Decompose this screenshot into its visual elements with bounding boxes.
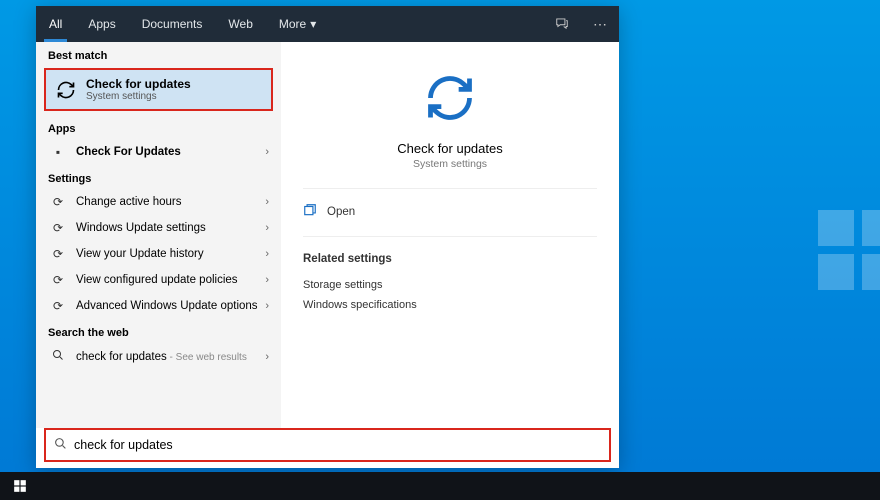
settings-result-label: Windows Update settings [76, 222, 265, 234]
settings-result[interactable]: ⟳ Change active hours › [36, 189, 281, 215]
settings-result-label: Advanced Windows Update options [76, 300, 265, 312]
refresh-icon: ⟳ [48, 221, 68, 235]
nav-more-label: More [279, 17, 306, 31]
section-search-web: Search the web [36, 319, 281, 343]
chevron-right-icon: › [265, 146, 269, 158]
refresh-icon: ⟳ [48, 247, 68, 261]
related-item[interactable]: Windows specifications [303, 295, 597, 315]
web-result-text: check for updates [76, 351, 167, 363]
best-match-result[interactable]: Check for updates System settings [44, 68, 273, 111]
settings-result[interactable]: ⟳ Windows Update settings › [36, 215, 281, 241]
search-input[interactable] [74, 438, 601, 452]
nav-tab-documents[interactable]: Documents [129, 6, 216, 42]
chevron-right-icon: › [265, 300, 269, 312]
nav-bar: All Apps Documents Web More ▾ ⋯ [36, 6, 619, 42]
best-match-title: Check for updates [86, 77, 191, 91]
web-result[interactable]: check for updates - See web results › [36, 343, 281, 370]
start-button[interactable] [0, 472, 40, 500]
chevron-right-icon: › [265, 222, 269, 234]
settings-result-label: Change active hours [76, 196, 265, 208]
best-match-subtitle: System settings [86, 91, 191, 102]
related-item[interactable]: Storage settings [303, 275, 597, 295]
refresh-icon [56, 80, 78, 100]
search-panel: All Apps Documents Web More ▾ ⋯ Best mat… [36, 6, 619, 468]
chevron-down-icon: ▾ [310, 17, 316, 31]
settings-result[interactable]: ⟳ View configured update policies › [36, 267, 281, 293]
app-icon: ▪ [48, 145, 68, 159]
refresh-icon: ⟳ [48, 195, 68, 209]
web-result-label: check for updates - See web results [76, 351, 265, 363]
more-options-icon[interactable]: ⋯ [581, 16, 619, 33]
nav-tab-all[interactable]: All [36, 6, 75, 42]
detail-subtitle: System settings [413, 158, 487, 170]
content-area: Best match Check for updates System sett… [36, 42, 619, 428]
section-apps: Apps [36, 115, 281, 139]
chevron-right-icon: › [265, 196, 269, 208]
settings-result-label: View your Update history [76, 248, 265, 260]
settings-result-label: View configured update policies [76, 274, 265, 286]
search-box[interactable] [44, 428, 611, 462]
open-icon [303, 203, 317, 220]
taskbar [0, 472, 880, 500]
detail-title: Check for updates [397, 141, 503, 156]
refresh-icon [424, 72, 476, 127]
section-best-match: Best match [36, 42, 281, 66]
refresh-icon: ⟳ [48, 273, 68, 287]
detail-column: Check for updates System settings Open R… [281, 42, 619, 428]
related-title: Related settings [303, 253, 597, 265]
nav-tab-apps[interactable]: Apps [75, 6, 128, 42]
detail-hero: Check for updates System settings [303, 62, 597, 189]
nav-tab-web[interactable]: Web [215, 6, 265, 42]
chevron-right-icon: › [265, 248, 269, 260]
settings-result[interactable]: ⟳ View your Update history › [36, 241, 281, 267]
results-column: Best match Check for updates System sett… [36, 42, 281, 428]
search-icon [54, 437, 67, 453]
section-settings: Settings [36, 165, 281, 189]
search-icon [48, 349, 68, 364]
app-result[interactable]: ▪ Check For Updates › [36, 139, 281, 165]
web-result-suffix: - See web results [167, 352, 247, 363]
settings-result[interactable]: ⟳ Advanced Windows Update options › [36, 293, 281, 319]
chevron-right-icon: › [265, 351, 269, 363]
nav-tab-more[interactable]: More ▾ [266, 17, 329, 31]
app-result-label: Check For Updates [76, 146, 265, 158]
refresh-icon: ⟳ [48, 299, 68, 313]
open-label: Open [327, 206, 355, 218]
chevron-right-icon: › [265, 274, 269, 286]
open-action[interactable]: Open [303, 189, 597, 237]
windows-logo [818, 210, 880, 290]
feedback-icon[interactable] [543, 16, 581, 33]
related-settings: Related settings Storage settings Window… [303, 237, 597, 315]
